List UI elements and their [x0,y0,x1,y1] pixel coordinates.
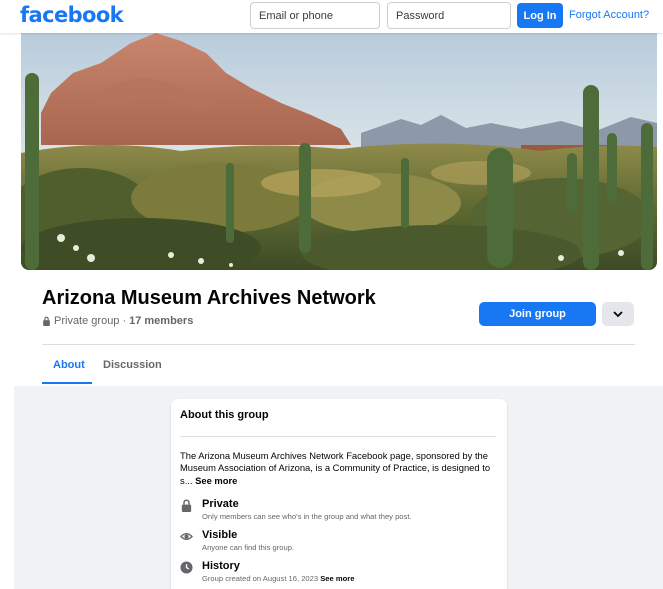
history-description: Group created on August 16, 2023 See mor… [202,574,354,583]
meta-separator: · [122,315,127,327]
group-description: The Arizona Museum Archives Network Face… [180,450,498,487]
history-see-more-link[interactable]: See more [320,574,354,583]
tab-about[interactable]: About [53,359,85,371]
visibility-label: Visible [202,529,238,541]
forgot-account-link[interactable]: Forgot Account? [569,9,649,21]
more-options-button[interactable] [602,302,634,326]
join-group-button[interactable]: Join group [479,302,596,326]
lock-icon [43,316,50,326]
group-privacy-meta: Private group · 17 members [42,315,193,327]
lock-icon [181,499,192,512]
clock-icon [180,561,193,574]
top-navigation-bar: facebook Log In Forgot Account? [0,0,663,33]
tab-discussion[interactable]: Discussion [103,359,162,371]
privacy-label: Private [202,498,239,510]
facebook-logo[interactable]: facebook [20,3,124,27]
history-label: History [202,560,240,572]
privacy-label: Private group [54,315,120,327]
password-field[interactable] [387,2,511,29]
login-button[interactable]: Log In [517,3,563,28]
email-field[interactable] [250,2,380,29]
chevron-down-icon [613,311,623,317]
member-count[interactable]: 17 members [129,315,193,327]
active-tab-indicator [42,382,92,384]
see-more-link[interactable]: See more [195,475,237,486]
privacy-description: Only members can see who's in the group … [202,512,412,521]
group-cover-photo [21,33,657,270]
group-name-heading: Arizona Museum Archives Network [42,287,376,309]
card-divider [180,436,496,437]
desert-landscape-image [21,33,657,270]
visibility-description: Anyone can find this group. [202,543,295,552]
header-divider [42,344,635,345]
creation-date-text: Group created on August 16, 2023 [202,574,319,583]
about-group-card: About this group The Arizona Museum Arch… [171,399,507,589]
eye-icon [180,533,193,540]
about-card-title: About this group [180,409,269,421]
